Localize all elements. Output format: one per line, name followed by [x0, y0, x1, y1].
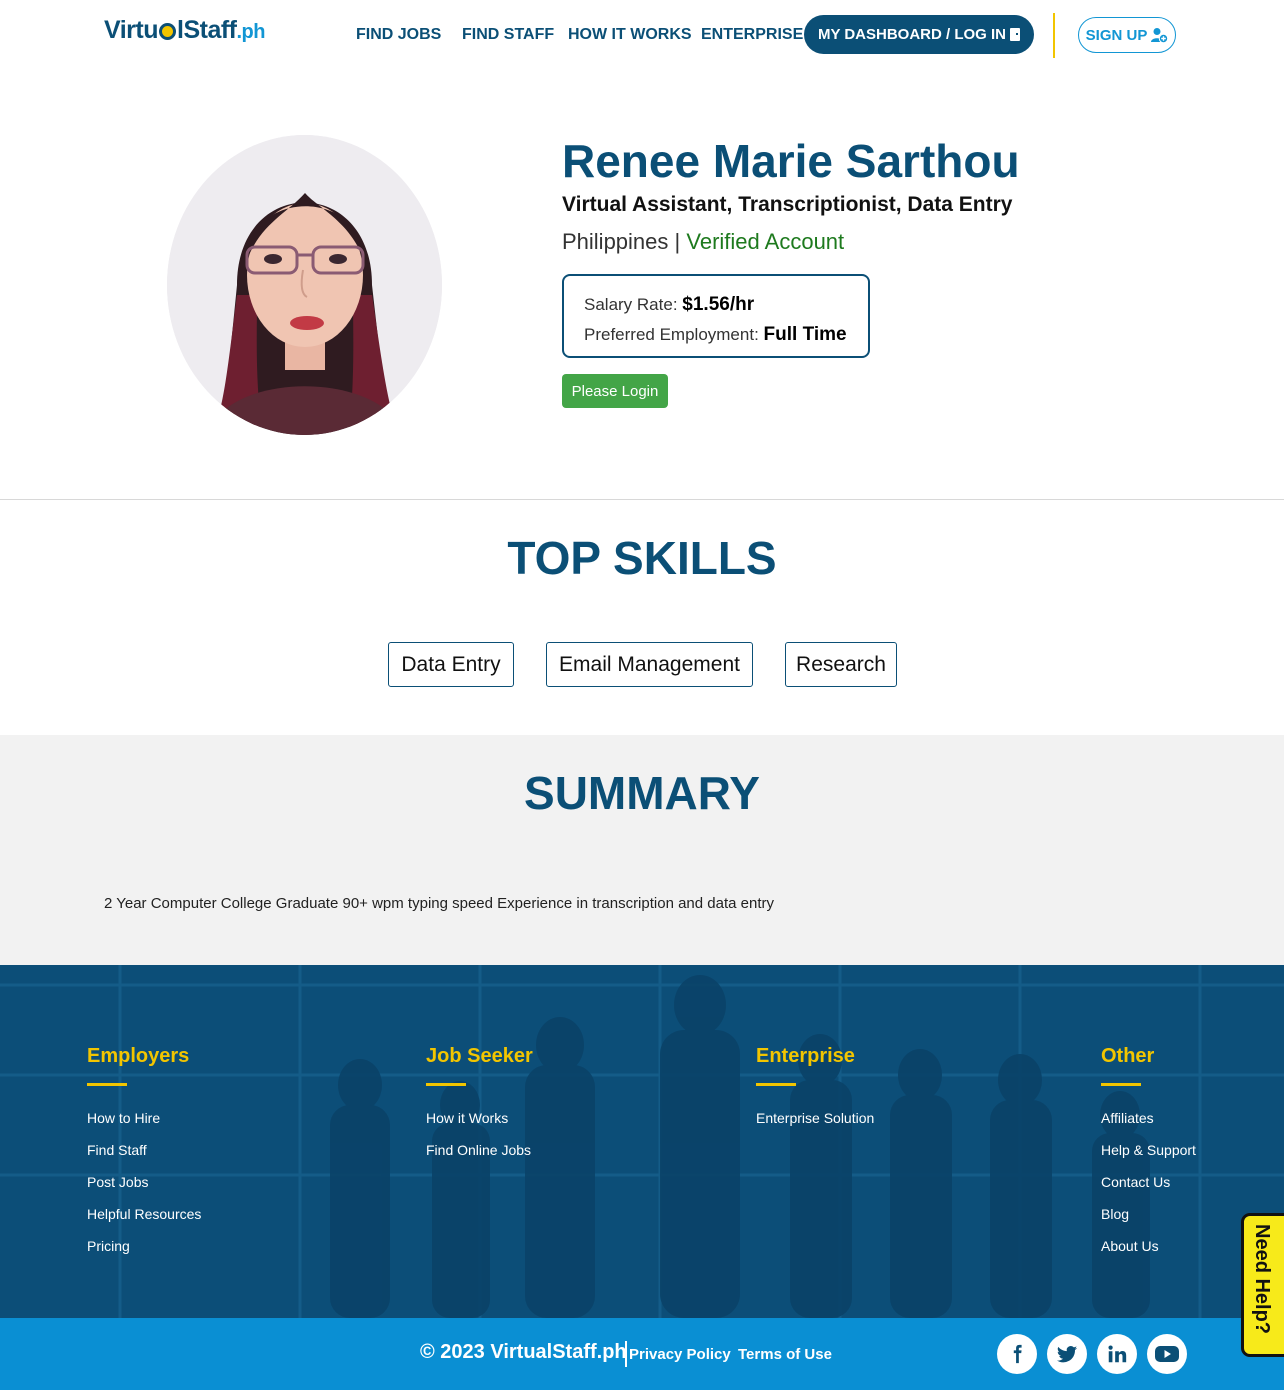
footer-link-post-jobs[interactable]: Post Jobs	[87, 1166, 201, 1198]
youtube-icon[interactable]	[1147, 1334, 1187, 1374]
footer-heading-underline	[756, 1083, 796, 1086]
employment-label: Preferred Employment:	[584, 325, 759, 344]
site-logo[interactable]: Virtu lStaff.ph	[104, 16, 265, 45]
footer-column-job-seeker: Job Seeker How it Works Find Online Jobs	[426, 1045, 533, 1166]
salary-rate-value: $1.56/hr	[682, 294, 755, 315]
need-help-label: Need Help?	[1251, 1224, 1273, 1335]
footer-link-helpful-resources[interactable]: Helpful Resources	[87, 1198, 201, 1230]
footer-link-contact-us[interactable]: Contact Us	[1101, 1166, 1196, 1198]
logo-mark-icon	[159, 23, 176, 40]
footer-link-how-it-works[interactable]: How it Works	[426, 1102, 533, 1134]
footer-heading-underline	[1101, 1083, 1141, 1086]
privacy-policy-link[interactable]: Privacy Policy	[629, 1346, 731, 1363]
login-door-icon	[1010, 28, 1021, 41]
rate-info-box: Salary Rate: $1.56/hr Preferred Employme…	[562, 274, 870, 358]
skill-chip: Email Management	[546, 642, 753, 687]
profile-location-line: Philippines | Verified Account	[562, 229, 844, 255]
site-header: Virtu lStaff.ph FIND JOBS FIND STAFF HOW …	[0, 0, 1284, 70]
skill-chip: Data Entry	[388, 642, 514, 687]
twitter-icon[interactable]	[1047, 1334, 1087, 1374]
salary-rate-label: Salary Rate:	[584, 295, 678, 314]
footer-heading: Employers	[87, 1045, 190, 1067]
footer-link-find-staff[interactable]: Find Staff	[87, 1134, 201, 1166]
linkedin-glyph-icon	[1108, 1345, 1127, 1363]
nav-find-staff[interactable]: FIND STAFF	[462, 26, 554, 44]
footer-link-find-online-jobs[interactable]: Find Online Jobs	[426, 1134, 533, 1166]
footer-heading-underline	[426, 1083, 466, 1086]
nav-how-it-works[interactable]: HOW IT WORKS	[568, 26, 692, 44]
employment-value: Full Time	[763, 324, 847, 345]
footer-link-pricing[interactable]: Pricing	[87, 1230, 201, 1262]
please-login-button[interactable]: Please Login	[562, 374, 668, 408]
logo-text-part2: lStaff	[177, 16, 237, 44]
bottom-bar-separator	[625, 1341, 627, 1367]
employment-row: Preferred Employment: Full Time	[584, 320, 848, 350]
terms-of-use-link[interactable]: Terms of Use	[738, 1346, 832, 1363]
salary-rate-row: Salary Rate: $1.56/hr	[584, 290, 848, 320]
logo-text-part3: .ph	[236, 21, 266, 43]
nav-find-jobs[interactable]: FIND JOBS	[356, 26, 441, 44]
location-separator: |	[674, 229, 681, 254]
dashboard-login-button[interactable]: MY DASHBOARD / LOG IN	[804, 15, 1034, 54]
facebook-glyph-icon	[1013, 1344, 1022, 1364]
dashboard-login-label: MY DASHBOARD / LOG IN	[817, 26, 1007, 43]
footer-heading: Enterprise	[756, 1045, 855, 1067]
footer-heading: Other	[1101, 1045, 1155, 1067]
footer-link-how-to-hire[interactable]: How to Hire	[87, 1102, 201, 1134]
footer-column-employers: Employers How to Hire Find Staff Post Jo…	[87, 1045, 201, 1262]
footer-link-blog[interactable]: Blog	[1101, 1198, 1196, 1230]
footer-heading: Job Seeker	[426, 1045, 533, 1067]
footer-link-enterprise-solution[interactable]: Enterprise Solution	[756, 1102, 874, 1134]
footer-heading-underline	[87, 1083, 127, 1086]
signup-button[interactable]: SIGN UP	[1078, 17, 1176, 53]
signup-label: SIGN UP	[1085, 26, 1148, 44]
top-skills-title: TOP SKILLS	[507, 532, 777, 584]
profile-country: Philippines	[562, 229, 669, 254]
profile-headline: Virtual Assistant, Transcriptionist, Dat…	[562, 193, 1013, 216]
profile-avatar	[167, 135, 442, 435]
profile-name: Renee Marie Sarthou	[562, 135, 1020, 187]
summary-text: 2 Year Computer College Graduate 90+ wpm…	[104, 895, 774, 912]
facebook-icon[interactable]	[997, 1334, 1037, 1374]
add-user-icon	[1151, 28, 1169, 43]
skill-chip: Research	[785, 642, 897, 687]
copyright-text: © 2023 VirtualStaff.ph	[420, 1341, 627, 1363]
logo-text-part1: Virtu	[104, 16, 159, 44]
footer-link-help-support[interactable]: Help & Support	[1101, 1134, 1196, 1166]
verified-account-badge: Verified Account	[686, 229, 845, 254]
linkedin-icon[interactable]	[1097, 1334, 1137, 1374]
footer-link-affiliates[interactable]: Affiliates	[1101, 1102, 1196, 1134]
footer-column-enterprise: Enterprise Enterprise Solution	[756, 1045, 874, 1134]
section-divider	[0, 499, 1284, 500]
profile-photo	[167, 135, 442, 435]
nav-divider	[1053, 13, 1055, 58]
footer-link-about-us[interactable]: About Us	[1101, 1230, 1196, 1262]
need-help-tab[interactable]: Need Help?	[1241, 1213, 1284, 1357]
youtube-glyph-icon	[1155, 1346, 1179, 1362]
twitter-glyph-icon	[1056, 1346, 1078, 1363]
nav-enterprise[interactable]: ENTERPRISE	[701, 26, 803, 44]
footer-column-other: Other Affiliates Help & Support Contact …	[1101, 1045, 1196, 1262]
summary-title: SUMMARY	[524, 767, 760, 819]
